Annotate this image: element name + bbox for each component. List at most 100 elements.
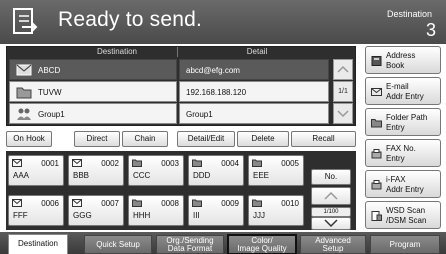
destination-name: ABCD — [38, 66, 61, 75]
one-touch-key-name: III — [193, 211, 200, 220]
folder-icon — [192, 159, 202, 167]
destination-count: 3 — [425, 20, 436, 40]
tab-org-sending-data-format[interactable]: Org./Sending Data Format — [156, 235, 224, 254]
fax-no-entry-button[interactable]: FAX No. Entry — [365, 139, 441, 167]
tab-color-image-quality[interactable]: Color/ Image Quality — [227, 234, 297, 254]
address-book-button[interactable]: Address Book — [365, 46, 441, 74]
folder-icon — [16, 87, 32, 99]
status-header: Ready to send. Destination 3 — [0, 0, 446, 44]
ifax-icon — [371, 180, 382, 190]
email-addr-entry-label-2: Addr Entry — [386, 92, 424, 101]
chevron-up-icon — [337, 65, 349, 73]
tab-quick-setup[interactable]: Quick Setup — [84, 235, 152, 254]
one-touch-key[interactable]: 0002 BBB — [68, 155, 124, 186]
envelope-icon — [371, 88, 382, 96]
destination-detail: Group1 — [186, 110, 213, 119]
one-touch-key[interactable]: 0003 CCC — [128, 155, 184, 186]
group-icon — [17, 108, 31, 120]
wsd-dsm-scan-label-1: WSD Scan — [386, 206, 426, 215]
one-touch-key-name: DDD — [193, 171, 211, 180]
envelope-icon — [72, 199, 82, 207]
one-touch-key-number: 0007 — [101, 199, 119, 208]
one-touch-key-number: 0008 — [161, 199, 179, 208]
chain-button[interactable]: Chain — [122, 131, 168, 147]
one-touch-key-number: 0006 — [41, 199, 59, 208]
destination-row[interactable]: ABCD abcd@efg.com — [9, 59, 329, 80]
one-touch-key[interactable]: 0004 DDD — [188, 155, 244, 186]
one-touch-key[interactable]: 0008 HHH — [128, 195, 184, 226]
one-touch-key-name: JJJ — [253, 211, 265, 220]
one-touch-key-number: 0010 — [281, 199, 299, 208]
folder-path-entry-label-1: Folder Path — [386, 113, 428, 122]
destination-name-cell[interactable]: TUVW — [9, 81, 177, 102]
on-hook-button[interactable]: On Hook — [6, 131, 52, 147]
destination-row[interactable]: TUVW 192.168.188.120 — [9, 81, 329, 102]
destination-count-label: Destination — [386, 9, 432, 19]
destination-name: TUVW — [38, 88, 62, 97]
chevron-down-icon — [324, 219, 338, 228]
envelope-icon — [12, 199, 22, 207]
tab-destination[interactable]: Destination — [8, 234, 68, 254]
tab-advanced-setup[interactable]: Advanced Setup — [300, 235, 366, 254]
ifax-addr-entry-label-1: i-FAX — [386, 175, 406, 184]
tab-quick-setup-label: Quick Setup — [96, 240, 140, 249]
destination-name-cell[interactable]: Group1 — [9, 103, 177, 124]
one-touch-key-name: CCC — [133, 171, 151, 180]
one-touch-key-number: 0005 — [281, 159, 299, 168]
one-touch-key-number: 0004 — [221, 159, 239, 168]
tab-color-label-2: Image Quality — [237, 244, 287, 253]
number-search-button[interactable]: No. — [311, 169, 351, 185]
direct-button[interactable]: Direct — [74, 131, 120, 147]
one-touch-key[interactable]: 0006 FFF — [8, 195, 64, 226]
one-touch-key-name: EEE — [253, 171, 270, 180]
one-touch-key-number: 0002 — [101, 159, 119, 168]
ifax-addr-entry-label-2: Addr Entry — [386, 185, 424, 194]
one-touch-key-name: FFF — [13, 211, 28, 220]
one-touch-key[interactable]: 0010 JJJ — [248, 195, 304, 226]
email-addr-entry-button[interactable]: E-mail Addr Entry — [365, 77, 441, 105]
one-touch-key[interactable]: 0001 AAA — [8, 155, 64, 186]
tab-program[interactable]: Program — [370, 235, 440, 254]
folder-icon — [132, 199, 142, 207]
delete-button[interactable]: Delete — [237, 131, 289, 147]
destination-name-cell[interactable]: ABCD — [9, 59, 177, 80]
recall-button[interactable]: Recall — [291, 131, 356, 147]
one-touch-key[interactable]: 0009 III — [188, 195, 244, 226]
folder-path-entry-label-2: Entry — [386, 123, 405, 132]
one-touch-key[interactable]: 0007 GGG — [68, 195, 124, 226]
destination-detail-cell[interactable]: 192.168.188.120 — [179, 81, 329, 102]
folder-path-entry-button[interactable]: Folder Path Entry — [365, 108, 441, 136]
one-touch-key-name: AAA — [13, 171, 30, 180]
destination-detail-cell[interactable]: abcd@efg.com — [179, 59, 329, 80]
folder-icon — [252, 199, 262, 207]
wsd-dsm-scan-button[interactable]: WSD Scan/DSM Scan — [365, 201, 441, 229]
one-touch-key-name: GGG — [73, 211, 92, 220]
folder-icon — [132, 159, 142, 167]
address-book-label-2: Book — [386, 61, 405, 70]
one-touch-key-name: HHH — [133, 211, 151, 220]
fax-icon — [371, 149, 382, 159]
status-title: Ready to send. — [58, 8, 203, 31]
one-touch-key-panel: 0001 AAA 0002 BBB 0003 CCC 0004 DDD 0005… — [6, 151, 356, 230]
destination-detail: 192.168.188.120 — [186, 88, 247, 97]
one-touch-key-name: BBB — [73, 171, 90, 180]
list-scroll-up-button[interactable] — [333, 59, 353, 80]
ifax-addr-entry-button[interactable]: i-FAX Addr Entry — [365, 170, 441, 198]
column-destination: Destination — [96, 47, 138, 56]
one-touch-key-number: 0003 — [161, 159, 179, 168]
keys-scroll-down-button[interactable] — [311, 217, 351, 230]
destination-row[interactable]: Group1 Group1 — [9, 103, 329, 124]
destination-detail: abcd@efg.com — [186, 66, 240, 75]
keys-scroll-up-button[interactable] — [311, 187, 351, 205]
list-page-indicator: 1/1 — [333, 81, 353, 102]
fax-no-entry-label-1: FAX No. — [386, 144, 416, 153]
detail-edit-button[interactable]: Detail/Edit — [177, 131, 235, 147]
list-scroll-down-button[interactable] — [333, 103, 353, 124]
tab-program-label: Program — [389, 240, 421, 249]
column-divider — [177, 47, 178, 57]
destination-detail-cell[interactable]: Group1 — [179, 103, 329, 124]
fax-no-entry-label-2: Entry — [386, 154, 405, 163]
keys-page-indicator: 1/100 — [311, 207, 351, 217]
tab-advanced-label-2: Setup — [322, 244, 344, 253]
one-touch-key[interactable]: 0005 EEE — [248, 155, 304, 186]
